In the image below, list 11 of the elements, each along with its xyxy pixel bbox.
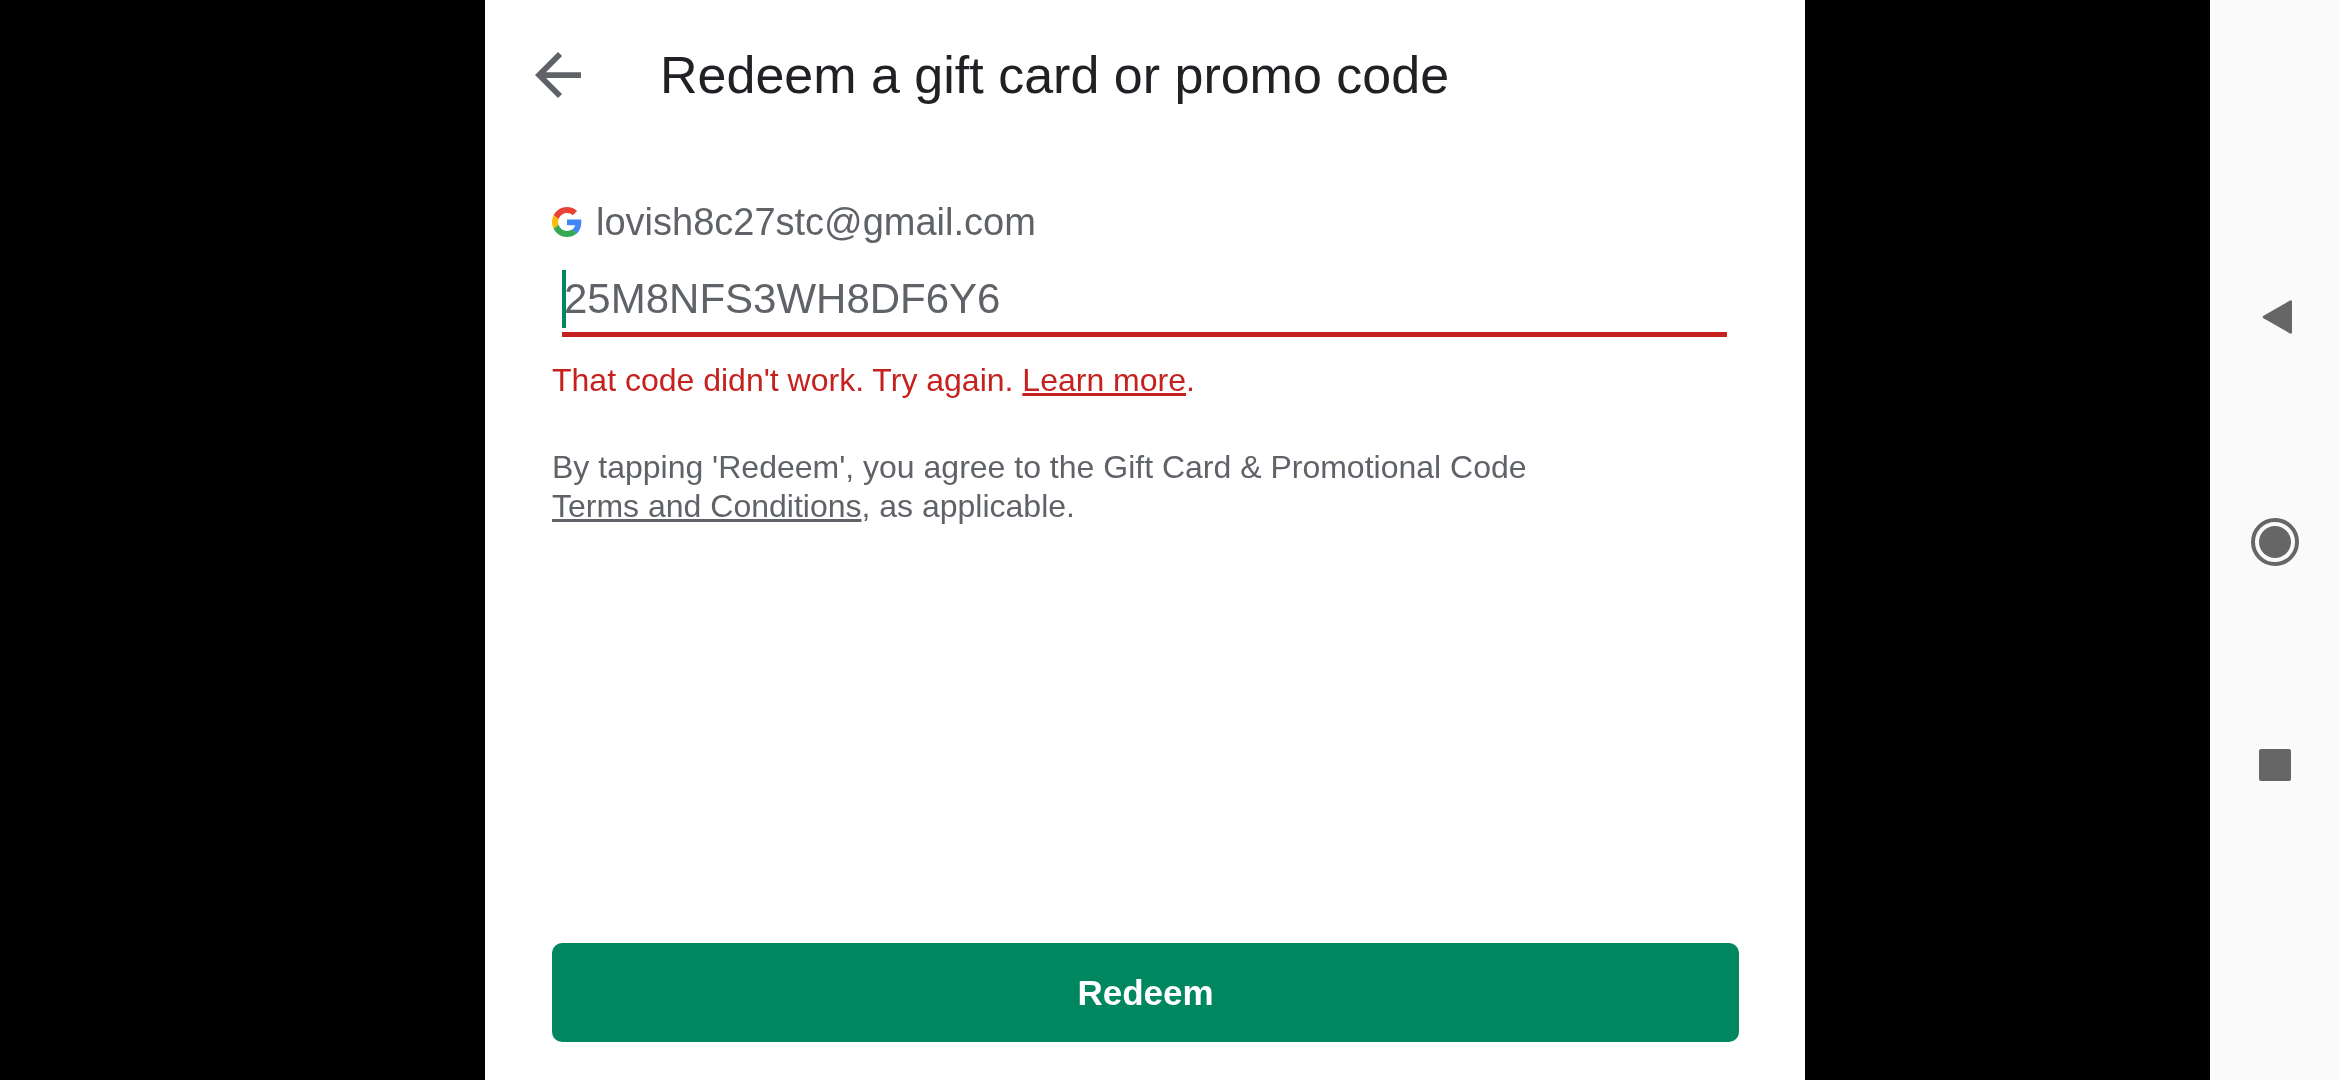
learn-more-link[interactable]: Learn more: [1022, 362, 1186, 398]
terms-text: By tapping 'Redeem', you agree to the Gift Card & Promotional Code Terms and Conditions, as applicable.: [552, 448, 1528, 526]
google-g-icon: [552, 207, 582, 237]
code-input-field[interactable]: 25M8NFS3WH8DF6Y6: [562, 265, 1727, 337]
page-title: Redeem a gift card or promo code: [660, 45, 1450, 105]
back-triangle-icon[interactable]: [2262, 299, 2292, 335]
home-circle-icon[interactable]: [2251, 518, 2299, 566]
account-email: lovish8c27stc@gmail.com: [596, 200, 1036, 244]
back-arrow-icon[interactable]: [535, 52, 581, 98]
redeem-button[interactable]: Redeem: [552, 943, 1739, 1042]
error-message: That code didn't work. Try again. Learn more.: [552, 361, 1196, 400]
